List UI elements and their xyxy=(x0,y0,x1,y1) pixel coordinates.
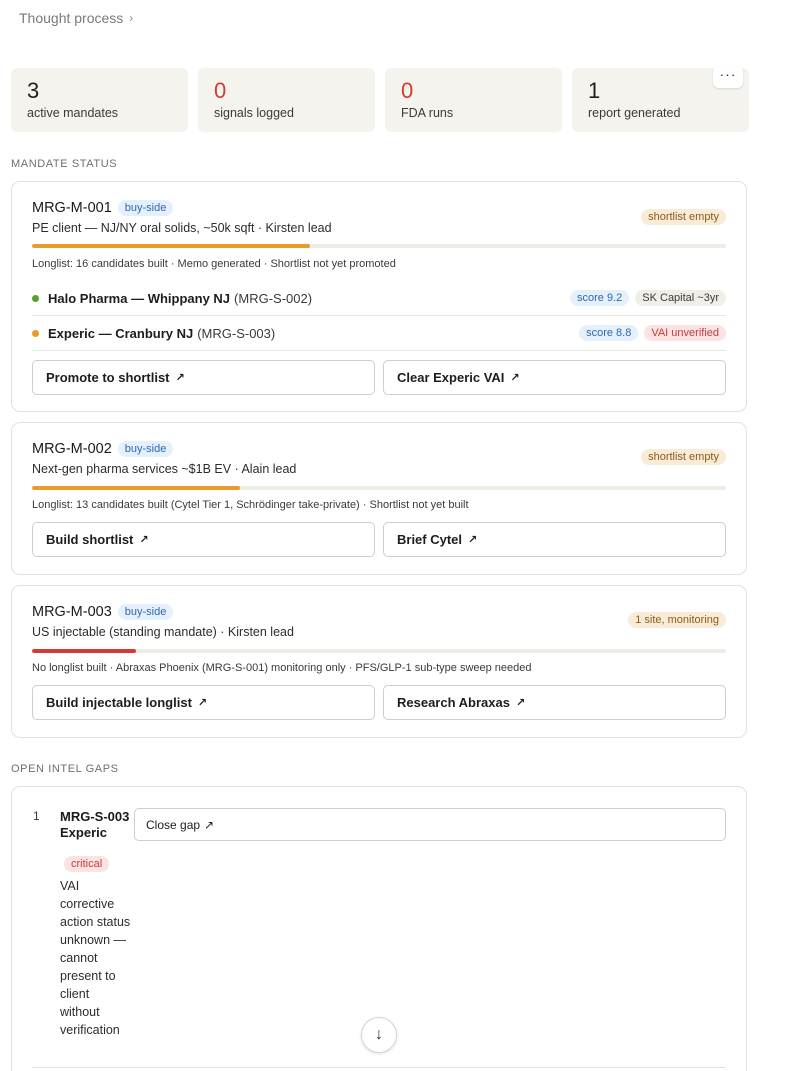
mandate-id: MRG-M-003 xyxy=(32,604,112,620)
score-badge: score 8.8 xyxy=(579,325,639,341)
mandate-id: MRG-M-002 xyxy=(32,441,112,457)
severity-badge: critical xyxy=(64,856,110,872)
status-dot xyxy=(32,329,39,337)
mandate-subtitle: PE client — NJ/NY oral solids, ~50k sqft… xyxy=(32,221,332,235)
thought-process-toggle[interactable]: Thought process › xyxy=(19,10,133,26)
stat-active-mandates: 3 active mandates xyxy=(11,68,188,132)
stat-label: signals logged xyxy=(214,106,294,120)
button-label: Build shortlist xyxy=(46,532,134,547)
status-badge: 1 site, monitoring xyxy=(628,612,726,628)
candidate-row[interactable]: Halo Pharma — Whippany NJ (MRG-S-002) sc… xyxy=(32,281,726,315)
button-label: Research Abraxas xyxy=(397,695,510,710)
open-intel-gaps-heading: OPEN INTEL GAPS xyxy=(11,763,119,775)
mandate-progress-bar xyxy=(32,649,726,653)
score-badge: score 9.2 xyxy=(570,290,630,306)
progress-fill xyxy=(32,244,310,248)
status-badge: shortlist empty xyxy=(641,209,726,225)
candidate-row[interactable]: Experic — Cranbury NJ (MRG-S-003) score … xyxy=(32,316,726,350)
progress-fill xyxy=(32,486,241,490)
candidate-name: Experic — Cranbury NJ xyxy=(48,325,194,341)
warning-badge: VAI unverified xyxy=(644,325,726,341)
button-label: Close gap xyxy=(146,817,201,832)
mandate-subtitle: US injectable (standing mandate) · Kirst… xyxy=(32,625,294,639)
stats-row: 3 active mandates 0 signals logged 0 FDA… xyxy=(11,66,749,132)
external-arrow-icon: ↗ xyxy=(139,534,149,546)
mandate-card-m001: MRG-M-001 buy-side shortlist empty PE cl… xyxy=(11,181,747,412)
progress-fill xyxy=(32,649,137,653)
candidate-ref: (MRG-S-002) xyxy=(234,290,313,306)
chevron-right-icon: › xyxy=(129,11,134,25)
status-badge: shortlist empty xyxy=(641,449,726,465)
owner-badge: SK Capital ~3yr xyxy=(635,290,726,306)
candidate-ref: (MRG-S-003) xyxy=(197,325,276,341)
mandate-meta: No longlist built · Abraxas Phoenix (MRG… xyxy=(32,662,532,674)
mandate-subtitle: Next-gen pharma services ~$1B EV · Alain… xyxy=(32,462,297,476)
clear-experic-vai-button[interactable]: Clear Experic VAI ↗ xyxy=(383,360,726,395)
mandate-progress-bar xyxy=(32,486,726,490)
thought-process-label: Thought process xyxy=(19,10,124,26)
arrow-down-icon: ↓ xyxy=(375,1026,383,1043)
side-badge: buy-side xyxy=(117,604,174,620)
close-gap-button[interactable]: Close gap ↗ xyxy=(134,808,726,841)
gap-number: 1 xyxy=(33,809,40,823)
mandate-title: MRG-M-001 buy-side xyxy=(32,200,174,216)
mandate-title: MRG-M-003 buy-side xyxy=(32,604,174,620)
promote-to-shortlist-button[interactable]: Promote to shortlist ↗ xyxy=(32,360,375,395)
brief-cytel-button[interactable]: Brief Cytel ↗ xyxy=(383,522,726,557)
external-arrow-icon: ↗ xyxy=(175,372,185,384)
external-arrow-icon: ↗ xyxy=(510,372,520,384)
button-label: Build injectable longlist xyxy=(46,695,192,710)
external-arrow-icon: ↗ xyxy=(468,534,478,546)
stat-value: 1 xyxy=(588,78,601,103)
build-shortlist-button[interactable]: Build shortlist ↗ xyxy=(32,522,375,557)
stat-label: active mandates xyxy=(27,106,119,120)
stat-value: 3 xyxy=(27,78,40,103)
mandate-id: MRG-M-001 xyxy=(32,200,112,216)
divider xyxy=(32,1067,726,1068)
mandate-card-m003: MRG-M-003 buy-side 1 site, monitoring US… xyxy=(11,585,747,738)
gap-description: VAI corrective action status unknown — c… xyxy=(60,879,131,1037)
status-dot xyxy=(32,294,39,302)
mandate-title: MRG-M-002 buy-side xyxy=(32,441,174,457)
candidate-name: Halo Pharma — Whippany NJ xyxy=(48,290,231,306)
button-label: Brief Cytel xyxy=(397,532,463,547)
button-label: Promote to shortlist xyxy=(46,370,170,385)
external-arrow-icon: ↗ xyxy=(197,697,208,709)
stat-label: FDA runs xyxy=(401,106,454,120)
divider xyxy=(32,350,726,351)
build-injectable-longlist-button[interactable]: Build injectable longlist ↗ xyxy=(32,685,375,720)
external-arrow-icon: ↗ xyxy=(515,697,526,709)
stat-signals-logged: 0 signals logged xyxy=(198,68,375,132)
stat-report-generated: 1 report generated ··· xyxy=(572,66,749,132)
more-options-icon[interactable]: ··· xyxy=(713,66,743,88)
stat-fda-runs: 0 FDA runs xyxy=(385,68,562,132)
stat-value: 0 xyxy=(401,78,414,103)
button-label: Clear Experic VAI xyxy=(397,370,505,385)
mandate-meta: Longlist: 13 candidates built (Cytel Tie… xyxy=(32,499,469,511)
research-abraxas-button[interactable]: Research Abraxas ↗ xyxy=(383,685,726,720)
external-arrow-icon: ↗ xyxy=(204,817,215,832)
mandate-meta: Longlist: 16 candidates built · Memo gen… xyxy=(32,258,396,270)
side-badge: buy-side xyxy=(117,441,174,457)
mandate-status-heading: MANDATE STATUS xyxy=(11,158,118,170)
stat-label: report generated xyxy=(588,106,681,120)
scroll-down-button[interactable]: ↓ xyxy=(361,1017,397,1053)
side-badge: buy-side xyxy=(117,200,174,216)
stat-value: 0 xyxy=(214,78,227,103)
mandate-card-m002: MRG-M-002 buy-side shortlist empty Next-… xyxy=(11,422,747,575)
mandate-progress-bar xyxy=(32,244,726,248)
gap-title: MRG-S-003 Experic xyxy=(60,809,130,840)
